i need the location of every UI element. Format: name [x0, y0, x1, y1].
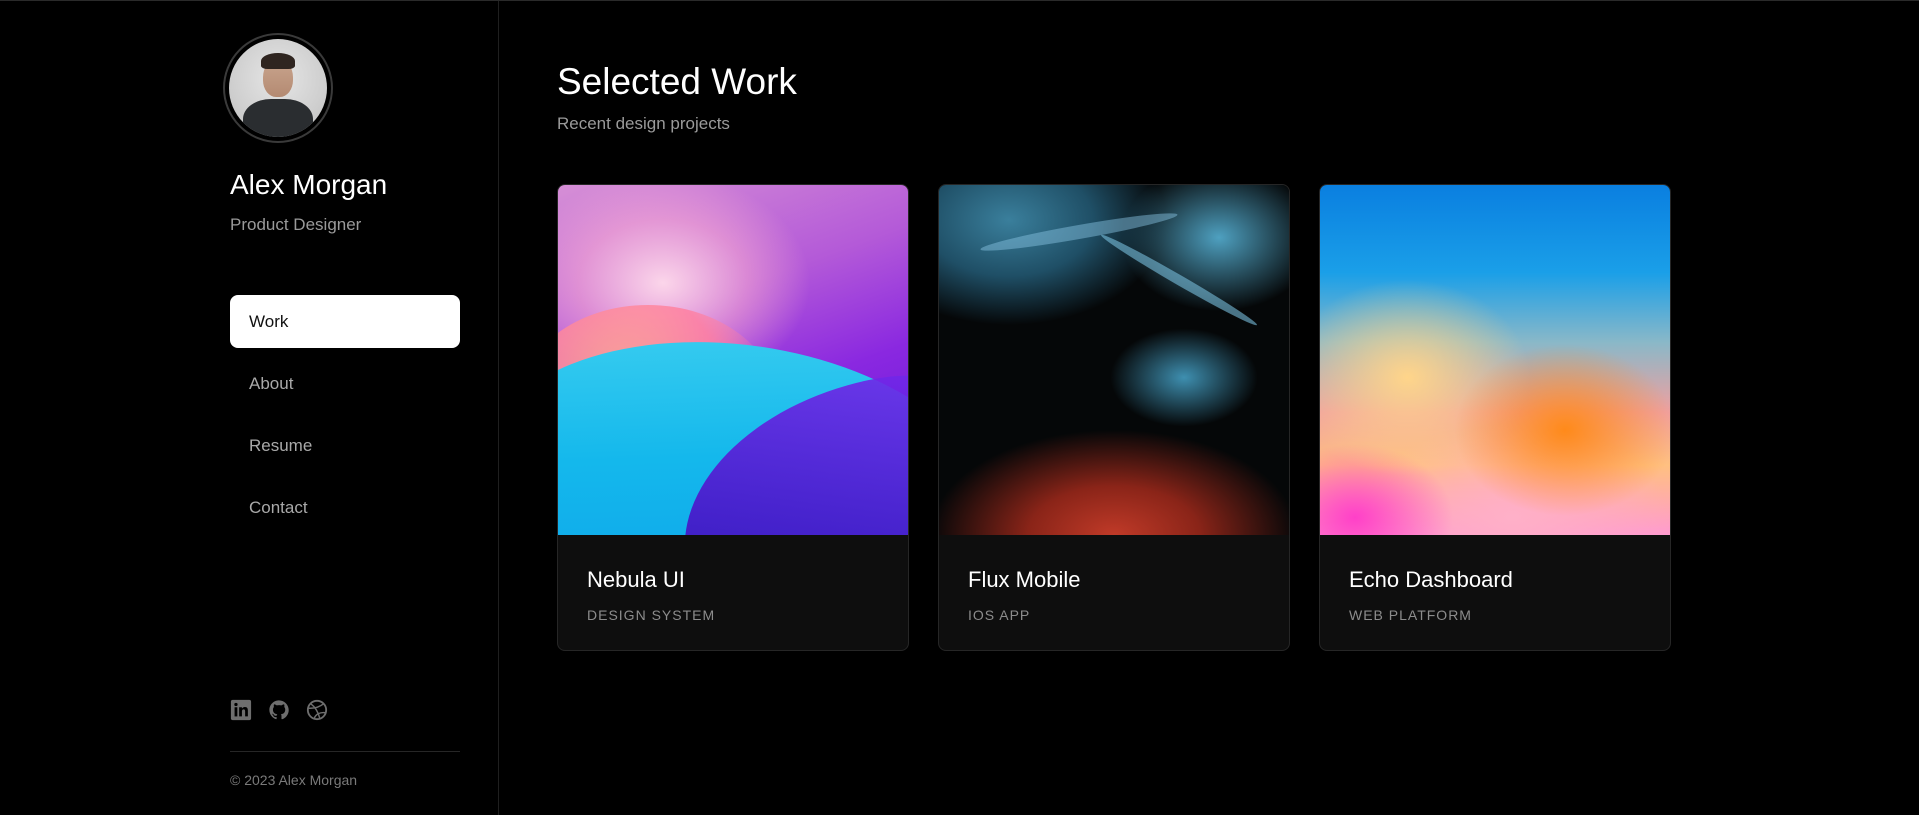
nav-item-contact[interactable]: Contact — [230, 481, 460, 534]
project-grid: Nebula UI DESIGN SYSTEM Flux Mobile IOS … — [557, 184, 1671, 651]
nav-item-work[interactable]: Work — [230, 295, 460, 348]
project-image — [939, 185, 1289, 535]
nav-item-resume[interactable]: Resume — [230, 419, 460, 472]
card-title: Flux Mobile — [968, 567, 1081, 592]
avatar-photo — [229, 39, 327, 137]
card-title: Echo Dashboard — [1349, 567, 1513, 592]
profile-role: Product Designer — [230, 215, 362, 234]
project-image — [558, 185, 908, 535]
project-card-nebula[interactable]: Nebula UI DESIGN SYSTEM — [557, 184, 909, 651]
card-info: Nebula UI DESIGN SYSTEM — [558, 535, 908, 623]
card-title: Nebula UI — [587, 567, 685, 592]
card-info: Flux Mobile IOS APP — [939, 535, 1289, 623]
sidebar-nav: Work About Resume Contact — [230, 295, 460, 543]
page-subtitle: Recent design projects — [557, 114, 730, 133]
copyright: © 2023 Alex Morgan — [230, 772, 358, 788]
card-tag: DESIGN SYSTEM — [587, 607, 716, 623]
nav-item-about[interactable]: About — [230, 357, 460, 410]
social-links — [230, 699, 328, 721]
card-tag: IOS APP — [968, 607, 1031, 623]
page: Alex Morgan Product Designer Work About … — [0, 0, 1919, 815]
github-icon[interactable] — [268, 699, 290, 721]
sidebar-divider — [230, 751, 460, 752]
project-image — [1320, 185, 1670, 535]
card-tag: WEB PLATFORM — [1349, 607, 1472, 623]
page-title: Selected Work — [557, 61, 797, 102]
profile-name: Alex Morgan — [230, 169, 388, 200]
dribbble-icon[interactable] — [306, 699, 328, 721]
linkedin-icon[interactable] — [230, 699, 252, 721]
card-info: Echo Dashboard WEB PLATFORM — [1320, 535, 1670, 623]
avatar — [223, 33, 333, 143]
project-card-echo[interactable]: Echo Dashboard WEB PLATFORM — [1319, 184, 1671, 651]
project-card-flux[interactable]: Flux Mobile IOS APP — [938, 184, 1290, 651]
sidebar: Alex Morgan Product Designer Work About … — [0, 1, 499, 815]
